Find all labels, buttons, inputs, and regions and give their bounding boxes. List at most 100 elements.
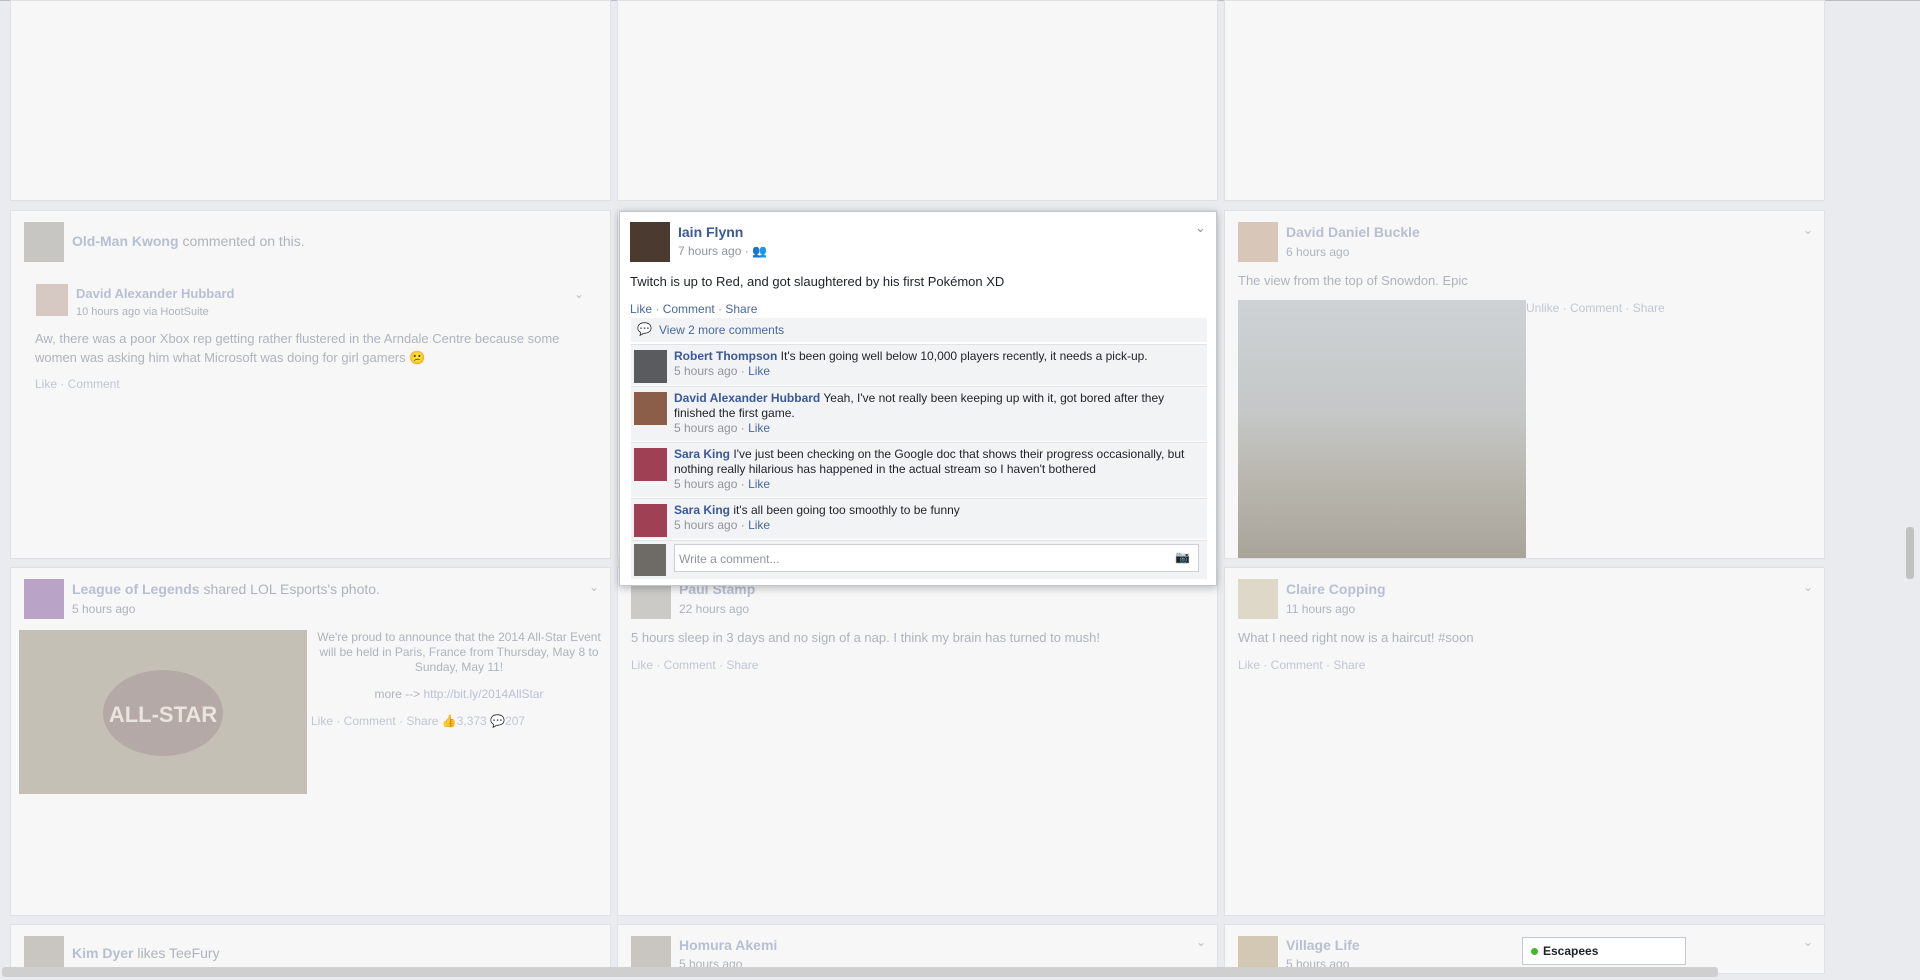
audience-friends-icon[interactable]: · 👥 — [745, 244, 767, 258]
feed-card-top-mid — [617, 0, 1218, 201]
comment-time[interactable]: 5 hours ago — [674, 364, 737, 378]
post-time: 7 hours ago · 👥 — [678, 244, 767, 258]
post-link[interactable]: http://bit.ly/2014AllStar — [423, 687, 543, 701]
post-text: The view from the top of Snowdon. Epic — [1238, 273, 1468, 288]
author-link[interactable]: Homura Akemi — [679, 937, 777, 953]
chevron-down-icon[interactable]: ⌄ — [1803, 935, 1813, 949]
comment-time[interactable]: 5 hours ago — [674, 518, 737, 532]
chevron-down-icon[interactable]: ⌄ — [589, 580, 599, 594]
more-label: more --> — [374, 687, 424, 701]
actor-link[interactable]: League of Legends — [72, 581, 200, 597]
commenter-avatar[interactable] — [634, 392, 667, 425]
comment-text: It's been going well below 10,000 player… — [780, 349, 1148, 363]
author-link[interactable]: David Daniel Buckle — [1286, 224, 1420, 240]
feed-card-top-left — [10, 0, 611, 201]
commenter-avatar[interactable] — [634, 448, 667, 481]
like-link[interactable]: Like — [630, 302, 652, 316]
comment-count-icon: 💬 — [490, 714, 506, 728]
author-link[interactable]: Claire Copping — [1286, 581, 1386, 597]
post-time[interactable]: 11 hours ago — [1286, 602, 1355, 616]
focused-post: Iain Flynn 7 hours ago · 👥 ⌄ Twitch is u… — [619, 211, 1217, 586]
comment-item: Sara King I've just been checking on the… — [631, 442, 1207, 497]
commenter-name[interactable]: Robert Thompson — [674, 349, 777, 363]
avatar[interactable] — [1238, 222, 1278, 262]
post-time[interactable]: 6 hours ago — [1286, 245, 1349, 259]
post-actions[interactable]: Unlike · Comment · Share — [1526, 301, 1665, 315]
comment-like-link[interactable]: Like — [748, 477, 770, 491]
comment-text: I've just been checking on the Google do… — [674, 447, 1185, 476]
chat-tab-escapees[interactable]: Escapees — [1522, 937, 1686, 965]
write-comment-row: Write a comment... 📷 — [631, 540, 1207, 579]
view-more-comments[interactable]: 💬 View 2 more comments — [631, 318, 1207, 342]
author-avatar[interactable] — [630, 222, 670, 262]
avatar[interactable] — [1238, 579, 1278, 619]
feed-card-left-1: Old-Man Kwong commented on this. David A… — [10, 210, 611, 559]
chevron-down-icon[interactable]: ⌄ — [574, 287, 584, 301]
like-count-icon: 👍 — [441, 714, 457, 728]
post-text: Twitch is up to Red, and got slaughtered… — [630, 274, 1005, 289]
actor-link[interactable]: Old-Man Kwong — [72, 233, 179, 249]
post-text: We're proud to announce that the 2014 Al… — [317, 630, 601, 674]
comment-time[interactable]: 5 hours ago — [674, 421, 737, 435]
feed-card-mid-2: Paul Stamp 22 hours ago 5 hours sleep in… — [617, 567, 1218, 916]
author-link[interactable]: David Alexander Hubbard — [76, 286, 234, 301]
avatar[interactable] — [24, 222, 64, 262]
photo-caption: ALL-STAR — [108, 702, 218, 727]
post-text: 5 hours sleep in 3 days and no sign of a… — [631, 630, 1101, 645]
comment-link[interactable]: Comment — [663, 302, 715, 316]
actor-action: shared LOL Esports's photo. — [203, 581, 380, 597]
view-more-label[interactable]: View 2 more comments — [659, 323, 784, 338]
comment-time[interactable]: 5 hours ago — [674, 477, 737, 491]
post-actions[interactable]: Like · Comment · Share — [311, 714, 438, 728]
feed-card-top-right — [1224, 0, 1825, 201]
chevron-down-icon[interactable]: ⌄ — [1196, 935, 1206, 949]
comment-like-link[interactable]: Like — [748, 421, 770, 435]
feed-card-right-2: Claire Copping 11 hours ago ⌄ What I nee… — [1224, 567, 1825, 916]
comment-like-link[interactable]: Like — [748, 518, 770, 532]
vertical-scrollbar-thumb[interactable] — [1906, 527, 1914, 579]
commenter-name[interactable]: Sara King — [674, 503, 730, 517]
post-text: What I need right now is a haircut! #soo… — [1238, 630, 1474, 645]
comment-text: it's all been going too smoothly to be f… — [733, 503, 960, 517]
comment-count[interactable]: 207 — [505, 714, 525, 728]
post-actions[interactable]: Like · Comment — [35, 377, 120, 391]
comment-like-link[interactable]: Like — [748, 364, 770, 378]
write-comment-placeholder: Write a comment... — [679, 552, 780, 566]
chevron-down-icon[interactable]: ⌄ — [1803, 580, 1813, 594]
avatar[interactable] — [24, 579, 64, 619]
actor-link[interactable]: Kim Dyer — [72, 945, 133, 961]
post-time[interactable]: 5 hours ago — [72, 602, 135, 616]
like-count[interactable]: 3,373 — [457, 714, 487, 728]
post-time[interactable]: 10 hours ago via HootSuite — [76, 306, 209, 318]
options-chevron-icon[interactable]: ⌄ — [1195, 220, 1206, 236]
post-actions[interactable]: Like · Comment · Share — [631, 658, 758, 672]
write-comment-input[interactable]: Write a comment... 📷 — [674, 544, 1199, 572]
actor-action: commented on this. — [182, 233, 305, 249]
commenter-avatar[interactable] — [634, 504, 667, 537]
commenter-avatar[interactable] — [634, 350, 667, 383]
online-status-icon — [1531, 948, 1538, 955]
commenter-name[interactable]: Sara King — [674, 447, 730, 461]
camera-icon[interactable]: 📷 — [1175, 550, 1190, 565]
post-text: Aw, there was a poor Xbox rep getting ra… — [35, 331, 560, 365]
post-timestamp[interactable]: 7 hours ago — [678, 244, 741, 258]
comment-item: David Alexander Hubbard Yeah, I've not r… — [631, 386, 1207, 441]
my-avatar[interactable] — [634, 544, 666, 576]
avatar[interactable] — [36, 284, 68, 316]
feed-card-left-2: League of Legends shared LOL Esports's p… — [10, 567, 611, 916]
author-name[interactable]: Iain Flynn — [678, 224, 743, 240]
comment-bubble-icon: 💬 — [637, 322, 652, 336]
post-actions[interactable]: Like · Comment · Share — [1238, 658, 1365, 672]
post-time[interactable]: 22 hours ago — [679, 602, 749, 616]
comment-item: Sara King it's all been going too smooth… — [631, 498, 1207, 539]
commenter-name[interactable]: David Alexander Hubbard — [674, 391, 820, 405]
author-link[interactable]: Village Life — [1286, 937, 1360, 953]
chat-label: Escapees — [1543, 944, 1599, 958]
share-link[interactable]: Share — [725, 302, 757, 316]
horizontal-scrollbar-thumb[interactable] — [2, 967, 1718, 977]
comment-item: Robert Thompson It's been going well bel… — [631, 344, 1207, 385]
chevron-down-icon[interactable]: ⌄ — [1803, 223, 1813, 237]
post-photo[interactable] — [1238, 300, 1526, 558]
post-photo[interactable]: ALL-STAR — [19, 630, 307, 794]
actor-action: likes TeeFury — [137, 945, 220, 961]
